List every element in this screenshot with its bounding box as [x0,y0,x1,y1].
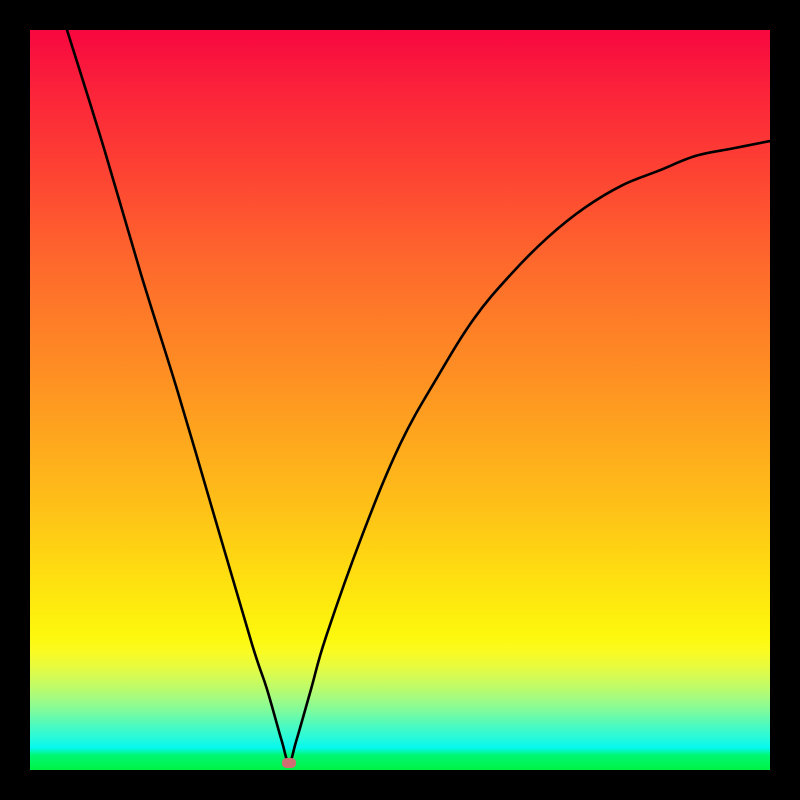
minimum-marker [282,758,296,768]
watermark-label: TheBottleneck.com [603,2,786,26]
chart-frame: TheBottleneck.com [0,0,800,800]
bottleneck-curve [30,30,770,770]
plot-area [30,30,770,770]
